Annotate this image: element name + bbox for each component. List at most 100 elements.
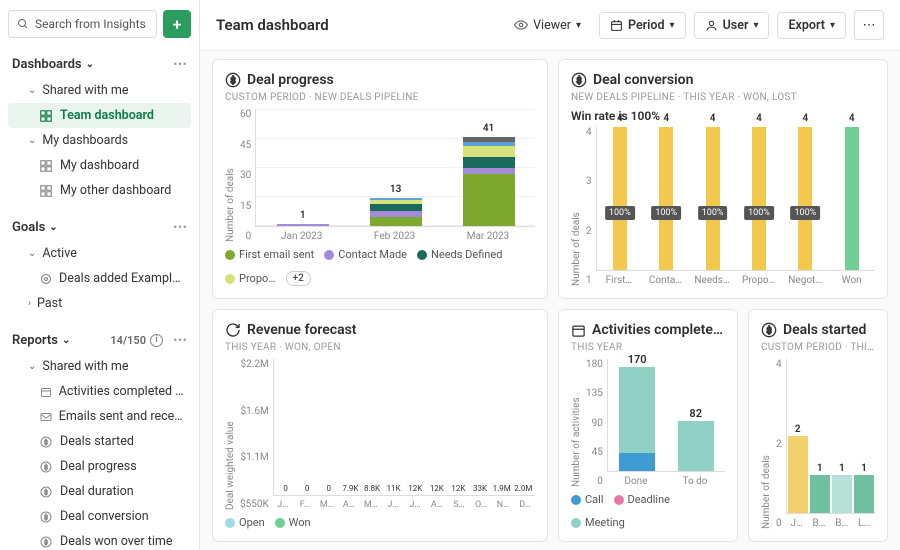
legend-item[interactable]: Call <box>571 493 604 506</box>
chevron-down-icon: ⌄ <box>86 59 94 70</box>
section-more-icon[interactable]: ⋯ <box>173 56 187 72</box>
section-more-icon[interactable]: ⋯ <box>173 219 187 235</box>
section-more-icon[interactable]: ⋯ <box>173 332 187 348</box>
add-button[interactable]: + <box>163 10 191 38</box>
calendar-icon <box>40 386 53 398</box>
chevron-right-icon: › <box>28 298 31 309</box>
nav-report[interactable]: $Deals won over time <box>8 529 191 550</box>
user-label: User <box>723 18 749 33</box>
chevron-down-icon: ⌄ <box>49 222 57 233</box>
nav-report[interactable]: $ Deal progress <box>8 454 191 479</box>
search-input[interactable]: Search from Insights <box>8 10 157 38</box>
main: Team dashboard Viewer ▾ Period ▾ User ▾ <box>200 0 900 550</box>
section-goals[interactable]: Goals <box>12 220 45 235</box>
nav-deals-added-example[interactable]: Deals added Example t… <box>8 266 191 291</box>
nav-label: Deals started <box>60 434 134 449</box>
calendar-icon <box>571 323 586 338</box>
eye-icon <box>514 18 528 32</box>
nav-label: Deal conversion <box>60 509 149 524</box>
legend-item[interactable]: Propo… <box>225 272 276 285</box>
section-dashboards[interactable]: Dashboards <box>12 57 82 72</box>
dollar-icon: $ <box>40 511 54 523</box>
card-revenue-forecast: Revenue forecast THIS YEAR · WON, OPEN D… <box>212 309 548 542</box>
nav-label: Emails sent and received <box>59 409 185 424</box>
nav-report[interactable]: $ Deal conversion <box>8 504 191 529</box>
card-subtitle: NEW DEALS PIPELINE · THIS YEAR · WON, LO… <box>571 92 875 103</box>
svg-text:$: $ <box>576 75 581 86</box>
legend-item[interactable]: Open <box>225 516 265 529</box>
nav-label: Deals added Example t… <box>59 271 185 286</box>
svg-text:$: $ <box>44 538 48 546</box>
legend-item[interactable]: Contact Made <box>324 248 407 261</box>
user-icon <box>705 19 718 32</box>
dollar-icon: $ <box>40 486 54 498</box>
dollar-icon: $ <box>40 536 54 548</box>
dollar-icon: $ <box>761 322 777 338</box>
refresh-icon <box>225 322 241 338</box>
svg-text:$: $ <box>44 488 48 496</box>
nav-report[interactable]: $ Deals started <box>8 429 191 454</box>
legend-item[interactable]: Won <box>275 516 311 529</box>
viewer-label: Viewer <box>533 18 571 33</box>
card-subtitle: THIS YEAR · WON, OPEN <box>225 342 535 353</box>
nav-report[interactable]: Emails sent and received <box>8 404 191 429</box>
info-icon[interactable]: i <box>150 334 163 347</box>
card-deals-started: $ Deals started CUSTOM PERIOD · THIS IS … <box>748 309 888 542</box>
nav-reports-shared[interactable]: ⌄Shared with me <box>8 354 191 379</box>
nav-label: Deal progress <box>60 459 137 474</box>
deal-progress-chart: Number of deals 604530150 11341 Jan 2023… <box>225 109 535 242</box>
deal-conversion-chart: Number of deals 4321 4100%4100%4100%4100… <box>571 127 875 286</box>
nav-shared-with-me[interactable]: ⌄Shared with me <box>8 78 191 103</box>
nav-active-goals[interactable]: ⌄Active <box>8 241 191 266</box>
viewer-dropdown[interactable]: Viewer ▾ <box>504 13 591 38</box>
section-reports[interactable]: Reports <box>12 333 58 348</box>
nav-past-goals[interactable]: › Past <box>8 291 191 316</box>
chevron-down-icon: ⌄ <box>62 335 70 346</box>
nav-label: Shared with me <box>42 359 128 374</box>
chevron-down-icon: ⌄ <box>28 85 36 96</box>
nav-team-dashboard[interactable]: Team dashboard <box>8 103 191 128</box>
card-subtitle: CUSTOM PERIOD · THIS IS +1 <box>761 342 875 353</box>
revenue-forecast-chart: Deal weighted value $2.2M$1.6M$1.1M$550K… <box>225 359 535 510</box>
nav-my-other-dashboard[interactable]: My other dashboard <box>8 178 191 203</box>
search-icon <box>17 18 29 30</box>
legend-item[interactable]: First email sent <box>225 248 314 261</box>
y-axis-label: Number of activities <box>571 359 582 487</box>
topbar: Team dashboard Viewer ▾ Period ▾ User ▾ <box>200 0 900 51</box>
svg-text:$: $ <box>44 513 48 521</box>
card-deal-conversion: $ Deal conversion NEW DEALS PIPELINE · T… <box>558 59 888 299</box>
nav-my-dashboards[interactable]: ⌄My dashboards <box>8 128 191 153</box>
reports-count: 14/150 <box>110 334 146 347</box>
nav-label: Team dashboard <box>60 108 154 123</box>
svg-text:$: $ <box>44 438 48 446</box>
card-subtitle: THIS YEAR <box>571 342 725 353</box>
target-icon <box>40 273 53 285</box>
export-dropdown[interactable]: Export ▾ <box>777 12 846 39</box>
card-deal-progress: $ Deal progress CUSTOM PERIOD · NEW DEAL… <box>212 59 548 299</box>
card-activities-completed: Activities complete… THIS YEAR Number of… <box>558 309 738 542</box>
page-title: Team dashboard <box>216 16 329 34</box>
nav-label: My dashboard <box>60 158 139 173</box>
user-dropdown[interactable]: User ▾ <box>694 12 770 39</box>
dollar-icon: $ <box>225 72 241 88</box>
nav-report[interactable]: Activities completed an… <box>8 379 191 404</box>
nav-report[interactable]: $Deal duration <box>8 479 191 504</box>
more-badge[interactable]: +2 <box>286 271 311 286</box>
y-axis-label: Number of deals <box>571 127 582 286</box>
nav-label: Active <box>42 246 76 261</box>
activities-chart: Number of activities 18013590450 17082 D… <box>571 359 725 487</box>
legend-item[interactable]: Needs Defined <box>417 248 502 261</box>
legend-item[interactable]: Meeting <box>571 516 625 529</box>
calendar-icon <box>610 19 623 32</box>
search-placeholder: Search from Insights <box>35 17 146 31</box>
card-title: Deal progress <box>247 72 334 88</box>
period-dropdown[interactable]: Period ▾ <box>599 12 686 39</box>
period-label: Period <box>628 18 665 33</box>
more-button[interactable]: ⋯ <box>854 10 884 40</box>
nav-label: Past <box>37 296 62 311</box>
legend-item[interactable]: Deadline <box>614 493 671 506</box>
deals-started-chart: Number of deals 420 2111 J…B…B…L… <box>761 359 875 529</box>
svg-text:$: $ <box>44 463 48 471</box>
card-title: Deals started <box>783 322 866 338</box>
nav-my-dashboard[interactable]: My dashboard <box>8 153 191 178</box>
